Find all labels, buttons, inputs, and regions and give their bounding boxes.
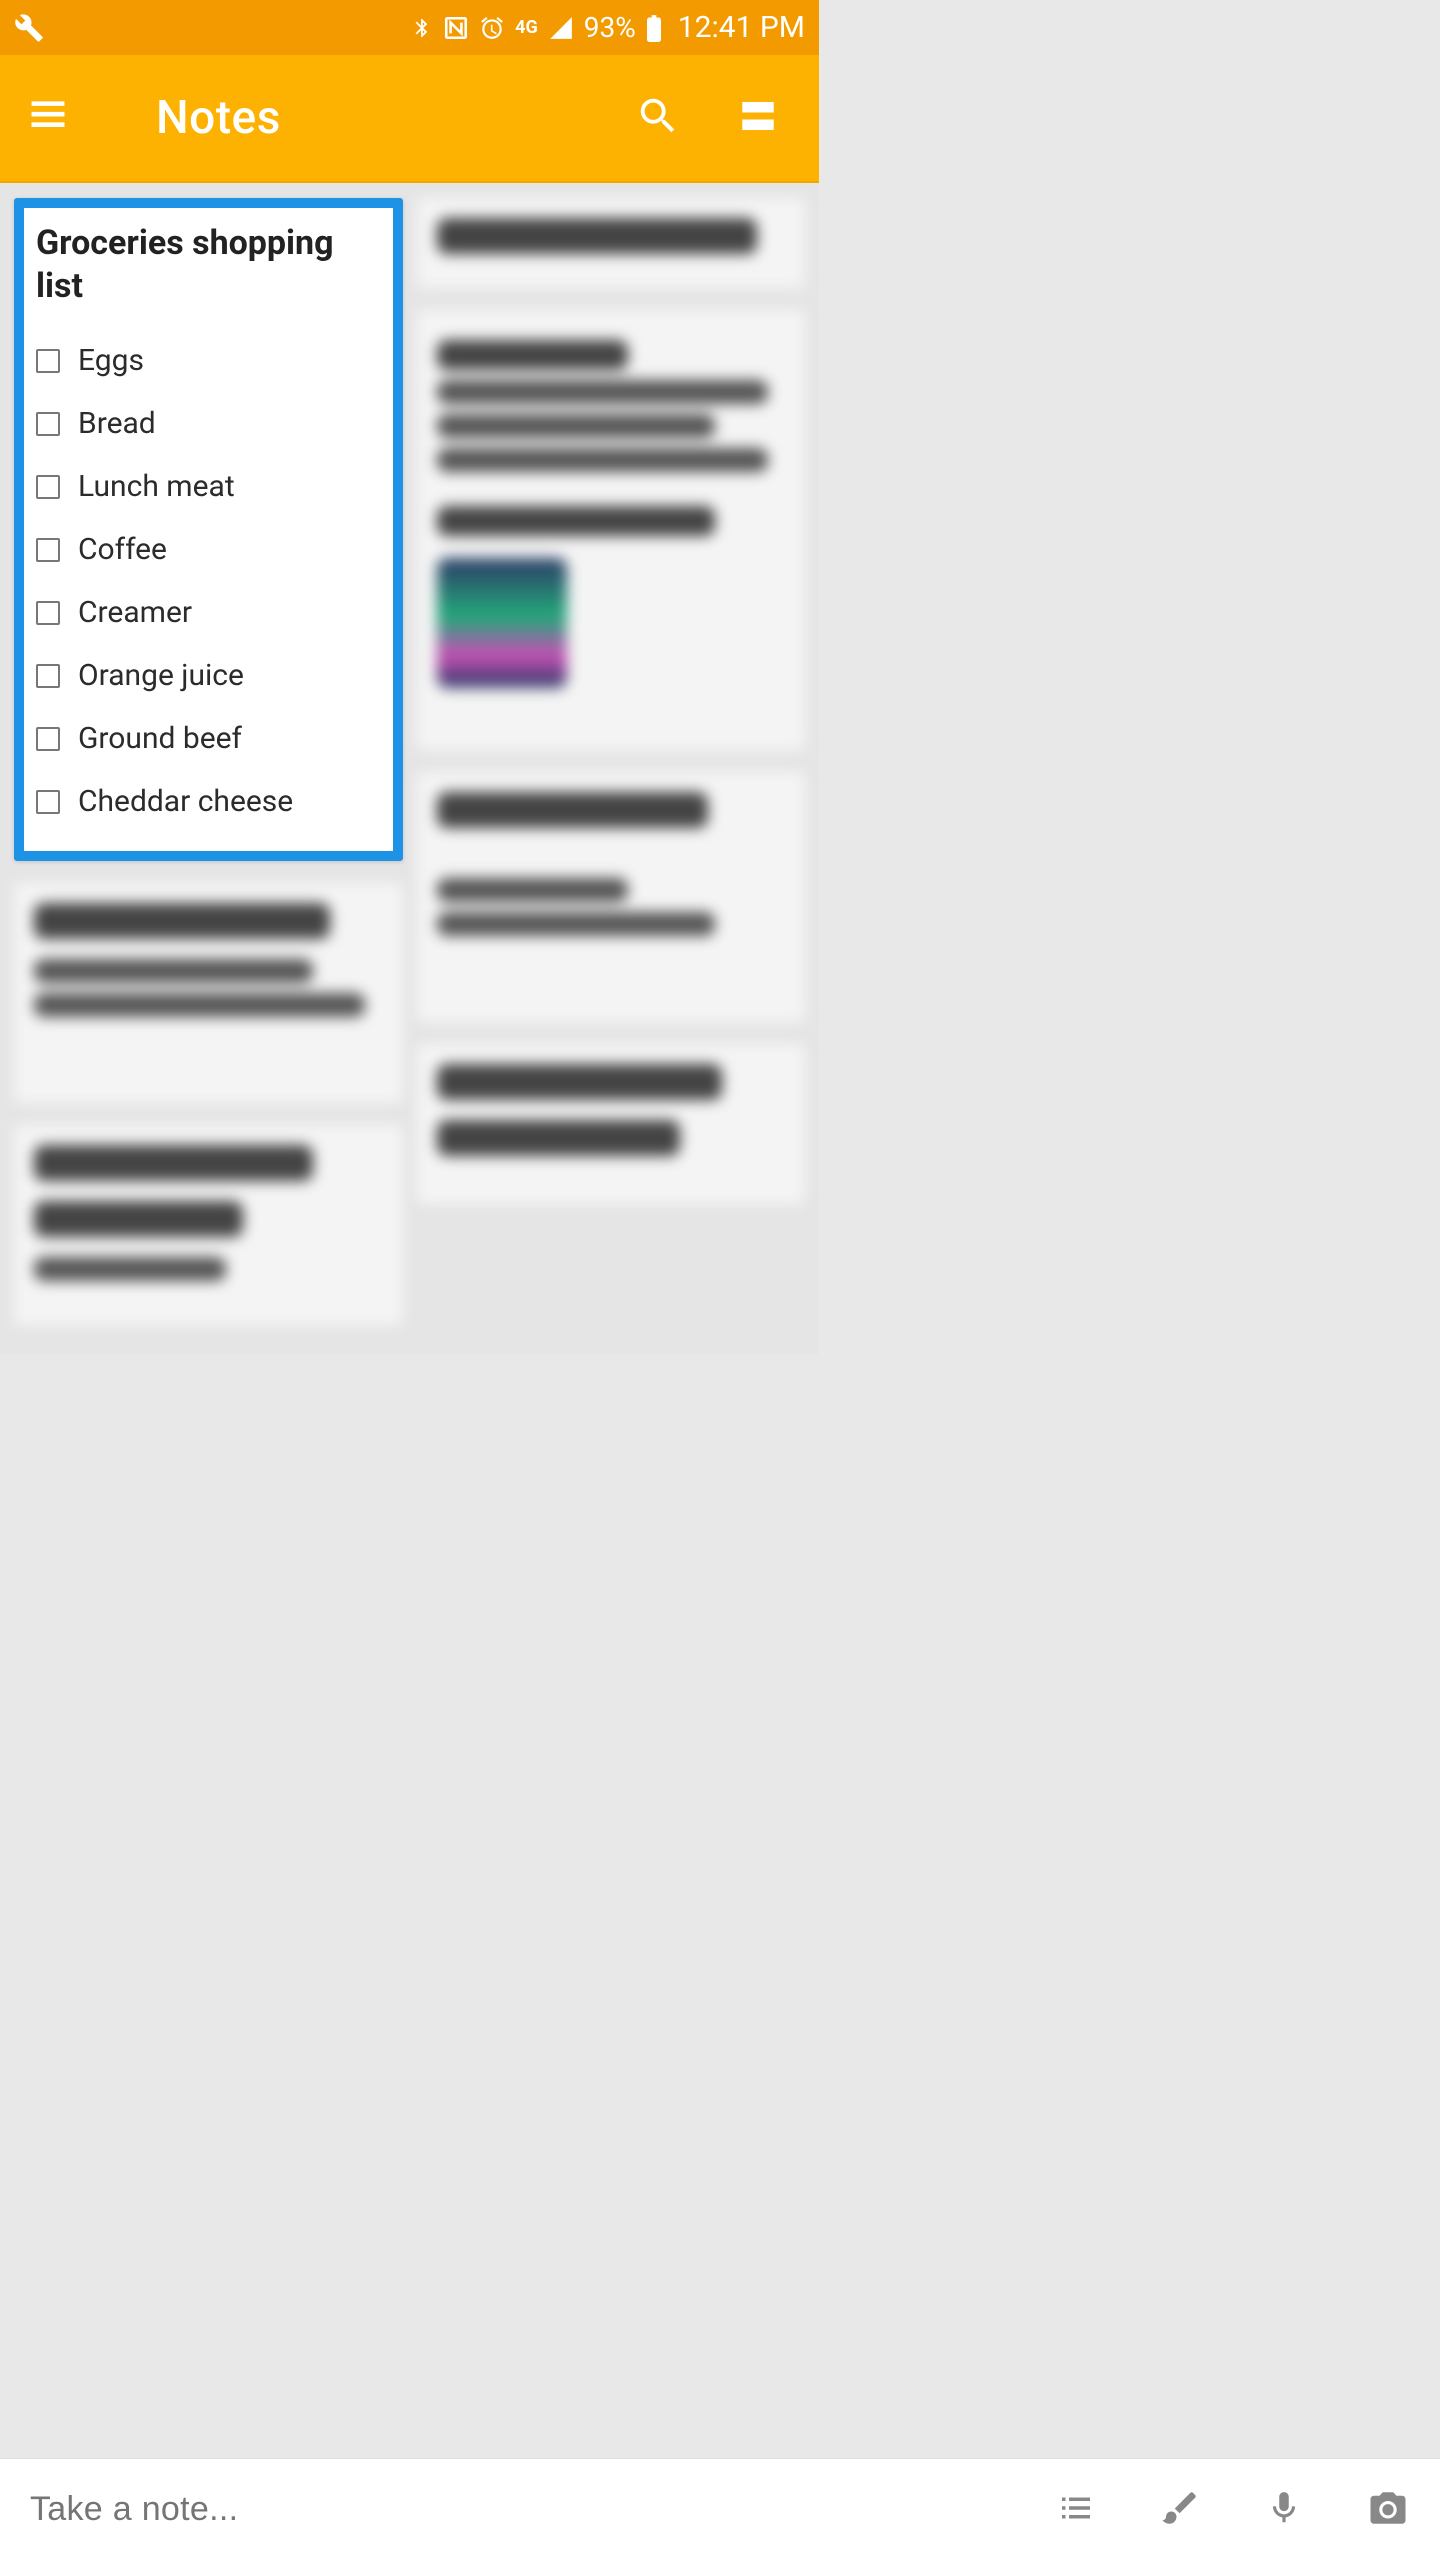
- note-card-blurred[interactable]: [417, 198, 806, 288]
- brush-icon: [1159, 2487, 1201, 2533]
- checklist-item-label: Creamer: [78, 595, 192, 630]
- camera-icon: [1365, 2487, 1411, 2533]
- notes-grid: Groceries shopping list Eggs Bread Lunch…: [0, 183, 819, 1354]
- status-left: [14, 13, 44, 43]
- status-bar: 4G 93% 12:41 PM: [0, 0, 819, 55]
- bottom-bar: [0, 2458, 1440, 2560]
- search-icon: [635, 93, 681, 143]
- checklist-item-label: Bread: [78, 406, 156, 441]
- menu-button[interactable]: [26, 94, 96, 142]
- checkbox-icon[interactable]: [36, 349, 60, 373]
- checklist-item-label: Coffee: [78, 532, 167, 567]
- view-toggle-button[interactable]: [723, 95, 793, 141]
- checklist-item[interactable]: Coffee: [36, 518, 381, 581]
- checkbox-icon[interactable]: [36, 664, 60, 688]
- new-photo-note-button[interactable]: [1366, 2488, 1410, 2532]
- note-card-blurred[interactable]: [417, 772, 806, 1022]
- clock-time: 12:41 PM: [678, 10, 805, 45]
- note-card-blurred[interactable]: [417, 310, 806, 750]
- checklist-item[interactable]: Creamer: [36, 581, 381, 644]
- page-title: Notes: [156, 91, 281, 145]
- battery-icon: [646, 14, 662, 42]
- hamburger-icon: [26, 94, 70, 142]
- checkbox-icon[interactable]: [36, 601, 60, 625]
- checklist-item[interactable]: Ground beef: [36, 707, 381, 770]
- new-drawing-button[interactable]: [1158, 2488, 1202, 2532]
- checklist-item[interactable]: Cheddar cheese: [36, 770, 381, 833]
- checklist-item-label: Ground beef: [78, 721, 242, 756]
- checkbox-icon[interactable]: [36, 727, 60, 751]
- wrench-icon: [14, 13, 44, 43]
- note-checklist: Eggs Bread Lunch meat Coffee Creamer Ora…: [36, 329, 381, 833]
- note-card-blurred[interactable]: [14, 883, 403, 1103]
- note-card-blurred[interactable]: [417, 1044, 806, 1204]
- take-note-input[interactable]: [30, 2490, 1054, 2529]
- note-title: Groceries shopping list: [36, 222, 381, 307]
- checklist-item[interactable]: Lunch meat: [36, 455, 381, 518]
- bluetooth-icon: [411, 15, 433, 41]
- view-agenda-icon: [737, 95, 779, 141]
- checklist-item[interactable]: Bread: [36, 392, 381, 455]
- checklist-item[interactable]: Eggs: [36, 329, 381, 392]
- checklist-item[interactable]: Orange juice: [36, 644, 381, 707]
- new-voice-note-button[interactable]: [1262, 2488, 1306, 2532]
- checkbox-icon[interactable]: [36, 538, 60, 562]
- checklist-item-label: Cheddar cheese: [78, 784, 293, 819]
- checkbox-icon[interactable]: [36, 790, 60, 814]
- alarm-icon: [479, 15, 505, 41]
- battery-percent: 93%: [584, 11, 636, 44]
- note-card-groceries[interactable]: Groceries shopping list Eggs Bread Lunch…: [14, 198, 403, 861]
- checklist-item-label: Lunch meat: [78, 469, 235, 504]
- app-bar: Notes: [0, 55, 819, 183]
- nfc-icon: [443, 15, 469, 41]
- checklist-item-label: Orange juice: [78, 658, 244, 693]
- microphone-icon: [1265, 2487, 1303, 2533]
- thumbnail-icon: [437, 558, 567, 688]
- search-button[interactable]: [623, 93, 693, 143]
- signal-icon: [548, 15, 574, 41]
- checkbox-icon[interactable]: [36, 475, 60, 499]
- checkbox-icon[interactable]: [36, 412, 60, 436]
- new-list-button[interactable]: [1054, 2488, 1098, 2532]
- note-card-blurred[interactable]: [14, 1125, 403, 1325]
- network-4g-icon: 4G: [515, 19, 538, 37]
- checklist-item-label: Eggs: [78, 343, 144, 378]
- list-icon: [1055, 2487, 1097, 2533]
- status-right: 4G 93% 12:41 PM: [411, 10, 805, 45]
